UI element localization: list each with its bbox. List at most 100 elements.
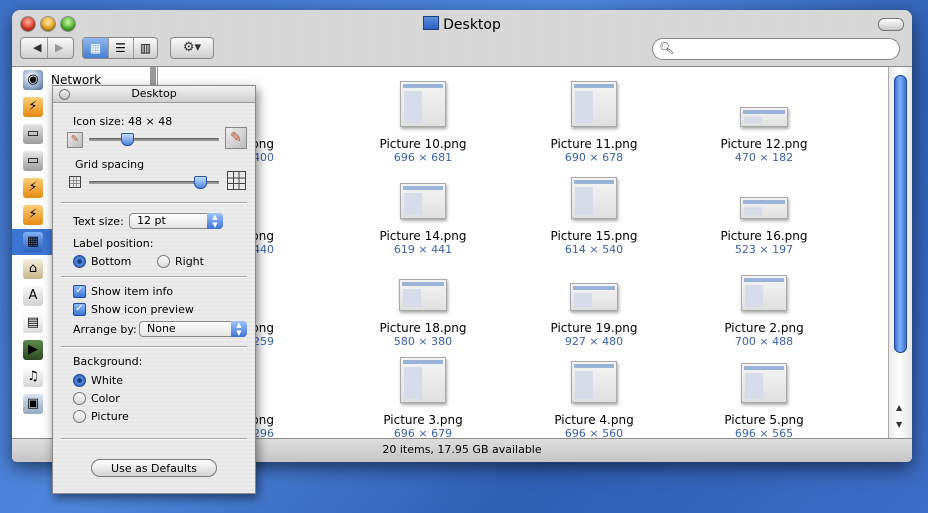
icon-view-content: 1.png 400 Picture 10.png 696 × 681 Picture 1… (158, 67, 888, 438)
text-size-popup[interactable]: 12 pt ▲ ▼ (129, 213, 223, 229)
image-thumbnail-icon (571, 361, 617, 403)
file-item[interactable]: Picture 11.png 690 × 678 (519, 75, 669, 164)
view-mode-buttons: ▦ ☰ ▥ (82, 37, 158, 59)
file-name: Picture 4.png (554, 413, 634, 427)
file-thumbnail-area (689, 167, 839, 223)
file-thumbnail-area (348, 259, 498, 315)
file-item[interactable]: Picture 2.png 700 × 488 (689, 259, 839, 348)
background-color-text: Color (91, 392, 120, 405)
thumbnail-pane (404, 193, 422, 215)
file-dimensions: 614 × 540 (564, 243, 624, 256)
file-name: Picture 12.png (720, 137, 808, 151)
grid-spacing-slider-knob[interactable] (193, 176, 207, 189)
file-name: Picture 5.png (724, 413, 804, 427)
file-item[interactable]: Picture 4.png 696 × 560 (519, 351, 669, 438)
thumbnail-titlebar (574, 180, 614, 184)
palette-title-bar[interactable]: Desktop (53, 86, 255, 103)
window-title-wrap: Desktop (12, 16, 912, 33)
thumbnail-titlebar (574, 364, 614, 368)
image-thumbnail-icon (571, 81, 617, 127)
file-item[interactable]: Picture 18.png 580 × 380 (348, 259, 498, 348)
thumbnail-titlebar (403, 84, 443, 88)
arrange-by-popup[interactable]: None ▲ ▼ (139, 321, 247, 337)
image-thumbnail-icon (400, 357, 446, 403)
image-thumbnail-icon (570, 283, 618, 311)
file-name: Picture 3.png (383, 413, 463, 427)
file-item[interactable]: Picture 10.png 696 × 681 (348, 75, 498, 164)
label-bottom-text: Bottom (91, 255, 132, 268)
file-dimensions: 580 × 380 (393, 335, 453, 348)
icon-view-icon[interactable]: ▦ (83, 38, 109, 58)
thumbnail-pane (575, 91, 593, 123)
back-forward-buttons: ◀ ▶ (20, 37, 74, 59)
use-as-defaults-button[interactable]: Use as Defaults (91, 459, 217, 477)
palette-close-button[interactable] (59, 89, 70, 100)
show-item-info-checkbox[interactable]: ✓ (73, 285, 86, 298)
separator (61, 346, 247, 348)
grid-spacing-label: Grid spacing (75, 158, 145, 171)
list-view-icon[interactable]: ☰ (108, 38, 134, 58)
thumbnail-pane (574, 293, 593, 307)
background-white-radio[interactable] (73, 374, 86, 387)
file-item[interactable]: Picture 19.png 927 × 480 (519, 259, 669, 348)
thumbnail-titlebar (743, 110, 785, 114)
background-picture-text: Picture (91, 410, 129, 423)
file-item[interactable]: Picture 5.png 696 × 565 (689, 351, 839, 438)
thumbnail-pane (575, 187, 593, 215)
file-thumbnail-area (519, 259, 669, 315)
pictures-icon: ▣ (23, 394, 43, 414)
column-view-icon[interactable]: ▥ (133, 38, 158, 58)
icon-size-slider-track[interactable] (89, 138, 219, 141)
home-icon: ⌂ (23, 259, 43, 279)
scroll-down-arrow-icon[interactable]: ▼ (896, 420, 902, 429)
scrollbar-thumb[interactable] (894, 75, 907, 353)
window-title: Desktop (443, 17, 501, 33)
movies-icon: ▶ (23, 340, 43, 360)
large-icon-preview-icon: ✎ (225, 127, 247, 149)
text-size-value: 12 pt (137, 214, 166, 227)
file-dimensions: 470 × 182 (734, 151, 794, 164)
image-thumbnail-icon (740, 107, 788, 127)
background-label: Background: (73, 355, 143, 368)
file-item[interactable]: Picture 15.png 614 × 540 (519, 167, 669, 256)
search-field[interactable]: 🔍︎ (652, 38, 900, 60)
thumbnail-titlebar (744, 278, 784, 282)
vertical-scrollbar[interactable]: ▲ ▼ (888, 67, 912, 438)
thumbnail-titlebar (573, 286, 615, 290)
action-menu-button[interactable]: ⚙▾ (170, 37, 214, 59)
show-icon-preview-checkbox[interactable]: ✓ (73, 303, 86, 316)
thumbnail-pane (744, 207, 763, 215)
back-arrow-icon[interactable]: ◀ (33, 41, 41, 54)
image-thumbnail-icon (399, 279, 447, 311)
file-thumbnail-area (519, 351, 669, 407)
hard-disk-icon: ▭ (23, 124, 43, 144)
scroll-up-arrow-icon[interactable]: ▲ (896, 403, 902, 412)
toolbar-toggle-button[interactable] (878, 18, 904, 31)
search-input[interactable] (675, 41, 894, 57)
icon-size-slider-knob[interactable] (121, 133, 135, 146)
file-dimensions: 523 × 197 (734, 243, 794, 256)
background-color-radio[interactable] (73, 392, 86, 405)
file-thumbnail-area (519, 75, 669, 131)
desktop-icon: ▦ (23, 232, 43, 252)
file-dimensions: 696 × 679 (393, 427, 453, 438)
background-picture-radio[interactable] (73, 410, 86, 423)
image-thumbnail-icon (740, 197, 788, 219)
forward-arrow-icon[interactable]: ▶ (55, 41, 63, 54)
title-bar[interactable]: Desktop ◀ ▶ ▦ ☰ ▥ ⚙▾ 🔍︎ (12, 10, 912, 67)
file-thumbnail-area (689, 259, 839, 315)
label-bottom-radio[interactable] (73, 255, 86, 268)
file-item[interactable]: Picture 3.png 696 × 679 (348, 351, 498, 438)
file-thumbnail-area (519, 167, 669, 223)
file-dimensions: 696 × 565 (734, 427, 794, 438)
show-icon-preview-label: Show icon preview (91, 303, 194, 316)
file-item[interactable]: Picture 12.png 470 × 182 (689, 75, 839, 164)
label-right-radio[interactable] (157, 255, 170, 268)
background-white-text: White (91, 374, 123, 387)
file-item[interactable]: Picture 14.png 619 × 441 (348, 167, 498, 256)
file-item[interactable]: Picture 16.png 523 × 197 (689, 167, 839, 256)
file-thumbnail-area (689, 351, 839, 407)
popup-arrows-icon: ▲ ▼ (207, 213, 223, 229)
image-thumbnail-icon (400, 81, 446, 127)
thumbnail-pane (744, 117, 763, 123)
